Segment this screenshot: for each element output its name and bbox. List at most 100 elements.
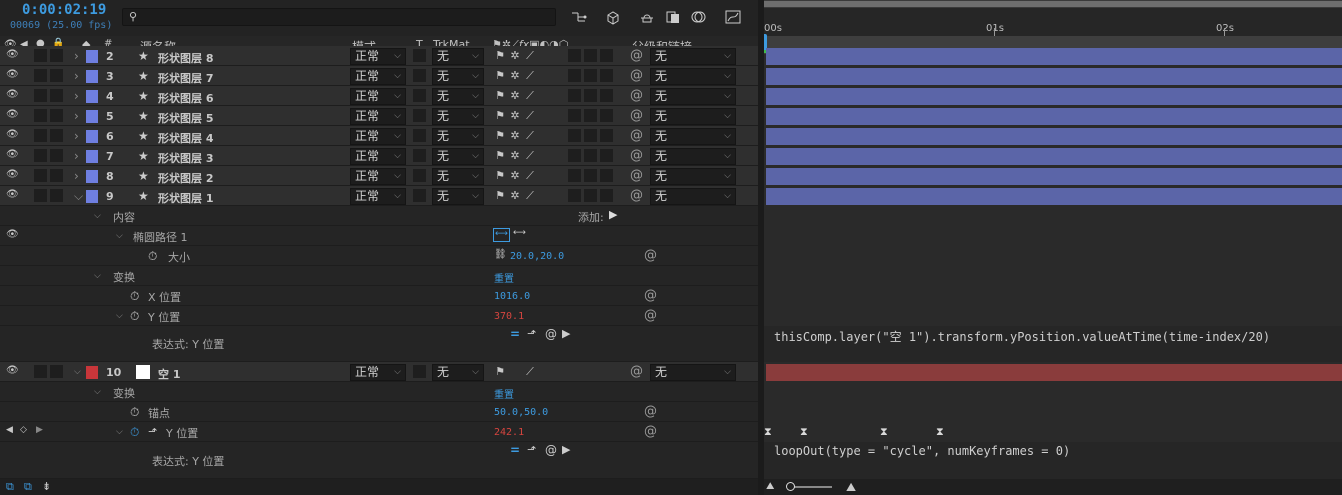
shy-switch-icon[interactable]: ⚑ [493,69,507,83]
enable-expression-icon[interactable]: = [510,443,520,457]
pickwhip-icon[interactable]: @ [644,308,657,323]
parent-pickwhip-icon[interactable]: @ [630,108,643,123]
solo-switch[interactable] [34,89,47,102]
twirl-icon[interactable]: › [74,149,79,163]
layer-row[interactable]: 👁 › 2 ★ 形状图层 8 正常 ⌵ 无 ⌵ ⚑ ✲ ⟋ @ 无 ⌵ [0,46,758,66]
size-value[interactable]: 20.0,20.0 [510,251,564,262]
collapse-switch-icon[interactable]: ✲ [508,89,522,103]
twirl-icon[interactable]: › [74,69,79,83]
twirl-icon[interactable]: › [74,129,79,143]
quality-switch-icon[interactable]: ⟋ [523,189,537,203]
pickwhip-icon[interactable]: @ [644,424,657,439]
layer-duration-bar[interactable] [766,168,1342,185]
solo-switch[interactable] [34,129,47,142]
layer-name[interactable]: 形状图层 7 [158,70,213,86]
adjustment-switch[interactable] [584,109,597,122]
quality-switch-icon[interactable]: ⟋ [523,149,537,163]
shy-switch-icon[interactable]: ⚑ [493,129,507,143]
eye-icon[interactable]: 👁 [6,229,19,240]
twirl-down-icon[interactable]: ⌵ [94,271,101,281]
motion-blur-switch[interactable] [568,49,581,62]
trkmat-dropdown[interactable]: 无 ⌵ [432,128,484,145]
twirl-down-icon[interactable]: ⌵ [116,311,123,321]
motion-blur-switch[interactable] [568,89,581,102]
preserve-transparency-switch[interactable] [413,49,426,62]
twirl-icon[interactable]: › [74,49,79,63]
quality-switch-icon[interactable]: ⟋ [523,89,537,103]
keyframe-icon[interactable]: ⧗ [800,425,808,439]
preserve-transparency-switch[interactable] [413,89,426,102]
eye-icon[interactable]: 👁 [6,109,19,120]
adjustment-switch[interactable] [584,189,597,202]
label-color[interactable] [86,190,98,203]
mode-dropdown[interactable]: 正常 ⌵ [350,364,406,381]
solo-switch[interactable] [34,365,47,378]
current-time[interactable]: 0:00:02:19 [22,2,106,18]
mode-dropdown[interactable]: 正常 ⌵ [350,48,406,65]
shy-switch-icon[interactable]: ⚑ [493,109,507,123]
motion-blur-switch[interactable] [568,149,581,162]
parent-pickwhip-icon[interactable]: @ [630,364,643,379]
enable-expression-icon[interactable]: = [510,327,520,341]
layer-row[interactable]: 👁 › 4 ★ 形状图层 6 正常 ⌵ 无 ⌵ ⚑ ✲ ⟋ @ 无 ⌵ [0,86,758,106]
lock-switch[interactable] [50,69,63,82]
layer-duration-bar[interactable] [766,48,1342,65]
layer-name[interactable]: 形状图层 6 [158,90,213,106]
eye-icon[interactable]: 👁 [6,49,19,60]
mode-dropdown[interactable]: 正常 ⌵ [350,168,406,185]
layer-name[interactable]: 形状图层 8 [158,50,213,66]
next-keyframe-icon[interactable]: ▶ [36,425,43,435]
mode-dropdown[interactable]: 正常 ⌵ [350,188,406,205]
anchor-value[interactable]: 50.0,50.0 [494,407,548,418]
adjustment-switch[interactable] [584,49,597,62]
graph-editor-icon[interactable] [724,8,742,26]
keyframe-icon[interactable]: ⧗ [764,425,772,439]
parent-dropdown[interactable]: 无 ⌵ [650,148,736,165]
parent-pickwhip-icon[interactable]: @ [630,128,643,143]
expression-language-menu-icon[interactable]: ▶ [562,327,570,340]
collapse-switch-icon[interactable]: ✲ [508,49,522,63]
mode-dropdown[interactable]: 正常 ⌵ [350,108,406,125]
3d-switch[interactable] [600,109,613,122]
adjustment-switch[interactable] [584,69,597,82]
quality-switch-icon[interactable]: ⟋ [523,69,537,83]
collapse-switch-icon[interactable]: ✲ [508,129,522,143]
layer-name[interactable]: 空 1 [158,366,180,382]
pickwhip-icon[interactable]: @ [644,288,657,303]
in-out-toggle-icon[interactable]: ⇟ [42,480,51,493]
layer-duration-bar[interactable] [766,128,1342,145]
solo-switch[interactable] [34,169,47,182]
shy-switch-icon[interactable]: ⚑ [493,189,507,203]
expression-pickwhip-icon[interactable]: @ [545,443,557,457]
prev-keyframe-icon[interactable]: ◀ [6,425,13,435]
expression-field[interactable]: thisComp.layer("空 1").transform.yPositio… [764,326,1342,362]
motion-blur-switch[interactable] [568,169,581,182]
work-area-bar[interactable] [764,0,1342,8]
lock-switch[interactable] [50,109,63,122]
motion-blur-switch[interactable] [568,129,581,142]
lock-switch[interactable] [50,89,63,102]
lock-switch[interactable] [50,49,63,62]
mode-dropdown[interactable]: 正常 ⌵ [350,88,406,105]
twirl-down-icon[interactable]: ⌵ [116,231,123,241]
lock-switch[interactable] [50,129,63,142]
eye-icon[interactable]: 👁 [6,149,19,160]
motion-blur-switch[interactable] [568,189,581,202]
add-menu-icon[interactable]: ▶ [609,208,617,221]
label-color[interactable] [86,110,98,123]
label-color[interactable] [86,150,98,163]
layer-row[interactable]: 👁 › 8 ★ 形状图层 2 正常 ⌵ 无 ⌵ ⚑ ✲ ⟋ @ 无 ⌵ [0,166,758,186]
motion-blur-icon[interactable] [690,8,708,26]
layer-name[interactable]: 形状图层 5 [158,110,213,126]
shy-layers-icon[interactable] [638,8,656,26]
expression-text[interactable]: loopOut(type = "cycle", numKeyframes = 0… [774,444,1070,458]
shy-switch-icon[interactable]: ⚑ [493,89,507,103]
search-input[interactable]: ⚲ [122,8,556,26]
adjustment-switch[interactable] [584,169,597,182]
parent-pickwhip-icon[interactable]: @ [630,88,643,103]
shy-switch-icon[interactable]: ⚑ [493,365,507,379]
trkmat-dropdown[interactable]: 无 ⌵ [432,364,484,381]
eye-icon[interactable]: 👁 [6,89,19,100]
mode-dropdown[interactable]: 正常 ⌵ [350,148,406,165]
path-direction-icon[interactable]: ⟷ [493,228,510,242]
